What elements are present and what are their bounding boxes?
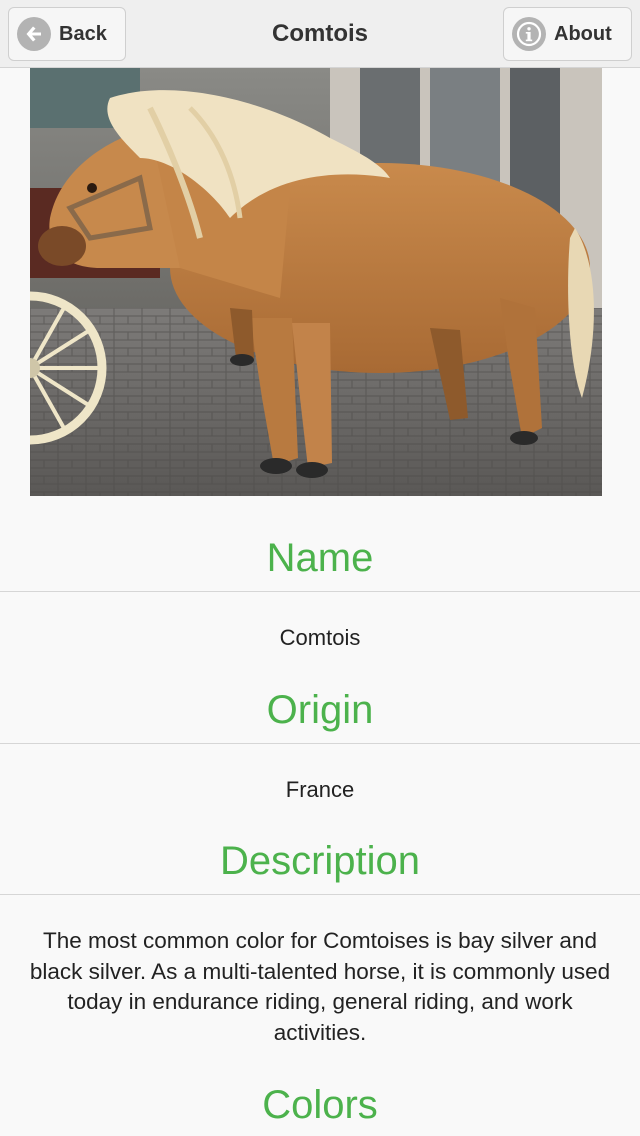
- about-button[interactable]: About: [503, 7, 632, 61]
- back-button-label: Back: [59, 22, 107, 45]
- name-section-title: Name: [266, 536, 374, 580]
- origin-value: France: [285, 777, 355, 802]
- description-line: The most common color for Comtoises is b…: [43, 928, 597, 953]
- info-icon: [512, 17, 546, 51]
- navigation-bar: Back Comtois About: [0, 0, 640, 68]
- description-divider: [0, 894, 640, 895]
- name-divider: [0, 591, 640, 592]
- arrow-left-icon: [17, 17, 51, 51]
- origin-section-title: Origin: [266, 688, 374, 732]
- name-value: Comtois: [279, 625, 361, 650]
- description-line: today in endurance riding, general ridin…: [67, 989, 573, 1014]
- horse-photo: [30, 68, 602, 496]
- back-button[interactable]: Back: [8, 7, 126, 61]
- about-button-label: About: [554, 22, 612, 45]
- page-title: Comtois: [272, 20, 368, 47]
- description-line: activities.: [273, 1019, 367, 1045]
- description-text: The most common color for Comtoises is b…: [0, 926, 640, 1048]
- description-section-title: Description: [219, 839, 421, 883]
- origin-divider: [0, 743, 640, 744]
- colors-section-title: Colors: [262, 1083, 378, 1127]
- description-line: black silver. As a multi-talented horse,…: [29, 958, 611, 984]
